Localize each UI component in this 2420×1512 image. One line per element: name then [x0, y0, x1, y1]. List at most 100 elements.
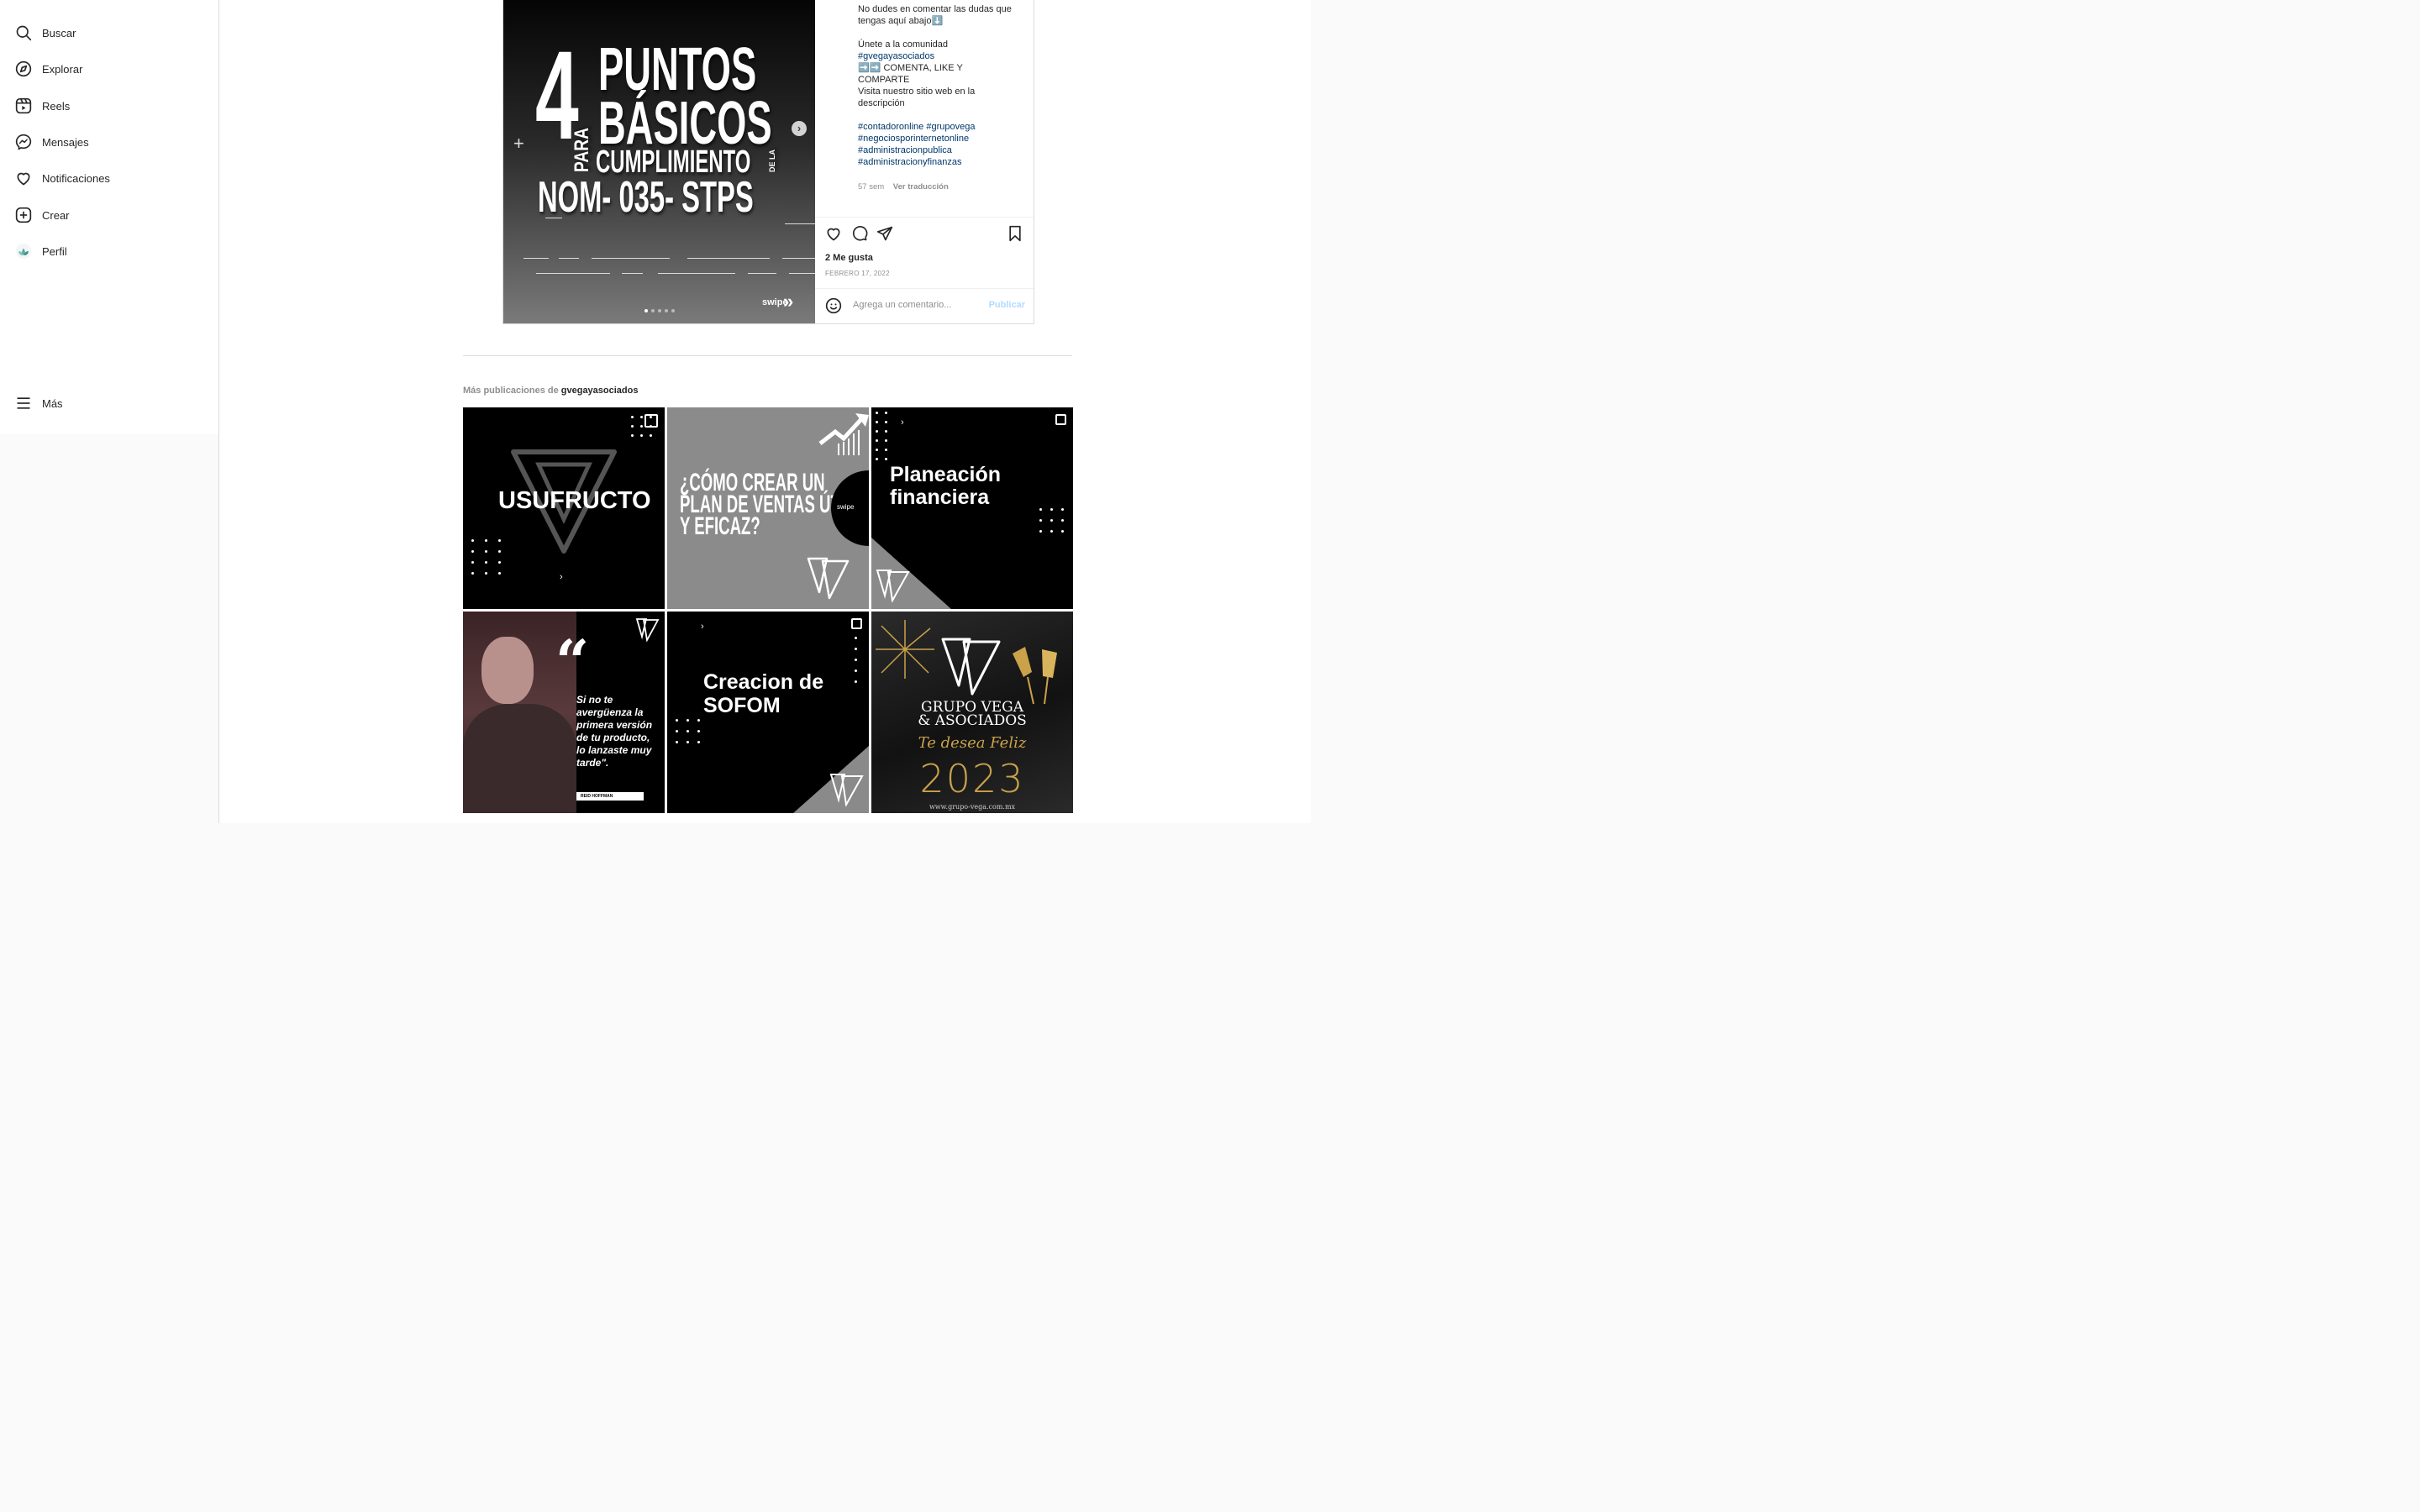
caption-line: Visita nuestro sitio web en la descripci… — [858, 87, 976, 108]
post-sidebar: No dudes en comentar las dudas que tenga… — [815, 0, 1034, 323]
decor-line — [785, 223, 815, 224]
decor-dots — [1039, 508, 1064, 533]
carousel-dots — [644, 309, 675, 312]
carousel-dot — [671, 309, 675, 312]
decor-line — [523, 258, 549, 259]
caption-line: No dudes en comentar las dudas que tenga… — [858, 4, 1012, 26]
tile-title-line: financiera — [890, 486, 990, 509]
sidebar-item-reels[interactable]: Reels — [15, 96, 70, 116]
image-dela: DE LA — [768, 150, 776, 172]
decor-dots — [676, 719, 700, 743]
home-icon[interactable] — [15, 0, 32, 3]
quote-author: REID HOFFMAN — [576, 792, 644, 801]
sidebar-item-label: Mensajes — [42, 135, 89, 149]
sidebar-item-label: Más — [42, 396, 63, 410]
more-posts-heading: Más publicaciones de gvegayasociados — [463, 386, 638, 396]
carousel-dot — [651, 309, 655, 312]
emoji-icon[interactable] — [825, 297, 842, 314]
bookmark-icon[interactable] — [1007, 225, 1023, 242]
decor-line — [789, 273, 815, 274]
more-posts-prefix: Más publicaciones de — [463, 386, 559, 396]
compass-icon — [15, 60, 32, 77]
divider — [815, 217, 1034, 218]
year: 2023 — [919, 756, 1025, 801]
chevron-right-icon: › — [901, 417, 904, 428]
carousel-dot — [658, 309, 661, 312]
decor-line — [536, 273, 610, 274]
sidebar-item-crear[interactable]: Crear — [15, 205, 70, 225]
translate-link[interactable]: Ver traducción — [893, 182, 949, 192]
image-line-4: NOM- 035- STPS — [538, 173, 754, 222]
carousel-multi-icon — [851, 618, 862, 629]
tile-title-line: Y EFICAZ? — [680, 512, 760, 540]
decor-line — [592, 258, 670, 259]
decor-line — [687, 258, 770, 259]
growth-chart-icon — [818, 413, 869, 455]
search-icon — [16, 25, 32, 41]
brand-logo-icon — [876, 570, 910, 602]
carousel-dot — [644, 309, 648, 312]
grid-post[interactable]: Creacion de SOFOM › — [667, 612, 869, 813]
tile-title-line: Creacion de — [703, 670, 824, 694]
decor-line — [622, 273, 643, 274]
decor-line — [782, 258, 815, 259]
decor-dots — [471, 539, 501, 575]
sidebar-item-notificaciones[interactable]: Notificaciones — [15, 168, 110, 188]
carousel-multi-icon — [1055, 414, 1066, 425]
menu-icon — [17, 397, 30, 409]
sidebar-item-mas[interactable]: Más — [15, 393, 63, 413]
brand-line: & ASOCIADOS — [918, 712, 1027, 729]
grid-post[interactable]: Planeación financiera › — [871, 407, 1073, 609]
post-age: 57 sem — [858, 182, 885, 192]
hashtag-link[interactable]: #gvegayasociados — [858, 50, 1013, 62]
divider — [815, 288, 1034, 289]
fireworks-icon — [876, 620, 934, 679]
sidebar-item-label: Perfil — [42, 244, 67, 258]
chevron-right-icon: › — [701, 622, 704, 632]
sidebar-item-explorar[interactable]: Explorar — [15, 59, 82, 79]
grid-post[interactable]: “ Si no te avergüenza la primera versión… — [463, 612, 665, 813]
decor-dots — [631, 416, 652, 437]
sidebar-divider — [218, 434, 219, 823]
grid-post[interactable]: USUFRUCTO › — [463, 407, 665, 609]
avatar-icon — [15, 243, 32, 260]
like-heart-icon[interactable] — [825, 225, 842, 242]
post-actions — [825, 225, 1025, 244]
greeting: Te desea Feliz — [918, 734, 1027, 752]
post-image[interactable]: 4 PUNTOS BÁSICOS PARA CUMPLIMIENTO DE LA… — [503, 0, 815, 323]
grid-post[interactable]: ¿CÓMO CREAR UN PLAN DE VENTAS ÚTIL Y EFI… — [667, 407, 869, 609]
share-icon[interactable] — [876, 225, 893, 242]
sidebar-item-label: Notificaciones — [42, 171, 110, 185]
hashtag-list[interactable]: #contadoronline #grupovega #negociospori… — [858, 121, 1013, 168]
decor-line — [559, 258, 579, 259]
plus-icon: + — [513, 133, 524, 154]
grid-post[interactable]: GRUPO VEGA & ASOCIADOS Te desea Feliz 20… — [871, 612, 1073, 813]
brand-logo-icon — [807, 557, 850, 600]
swipe-label: swipe — [837, 503, 855, 511]
sidebar: Buscar Explorar Reels Mensajes Notificac… — [0, 0, 219, 434]
carousel-next-icon[interactable]: › — [792, 121, 807, 136]
chevron-right-icon: › — [560, 572, 563, 582]
comment-icon[interactable] — [851, 225, 868, 242]
brand-logo-icon — [829, 774, 864, 806]
decor-dots — [855, 637, 857, 683]
sidebar-item-perfil[interactable]: Perfil — [15, 241, 67, 261]
publish-button[interactable]: Publicar — [989, 300, 1025, 310]
messenger-icon — [15, 134, 32, 150]
section-divider — [463, 355, 1072, 356]
brand-logo-icon — [941, 638, 1001, 696]
post-caption: No dudes en comentar las dudas que tenga… — [858, 3, 1013, 168]
person-head — [481, 637, 534, 704]
quote-icon: “ — [555, 627, 590, 696]
sidebar-item-buscar[interactable]: Buscar — [15, 23, 76, 43]
quote-text: Si no te avergüenza la primera versión d… — [576, 694, 653, 769]
tile-title: Creacion de SOFOM — [703, 670, 823, 717]
swipe-arrow-icon: » — [783, 291, 794, 312]
likes-count[interactable]: 2 Me gusta — [825, 253, 873, 263]
caption-line: ➡️➡️ COMENTA, LIKE Y COMPARTE — [858, 63, 963, 85]
sidebar-item-mensajes[interactable]: Mensajes — [15, 132, 89, 152]
comment-input[interactable] — [851, 299, 981, 311]
champagne-icon — [1013, 647, 1057, 705]
decor-dots — [876, 412, 887, 460]
account-link[interactable]: gvegayasociados — [561, 386, 639, 396]
